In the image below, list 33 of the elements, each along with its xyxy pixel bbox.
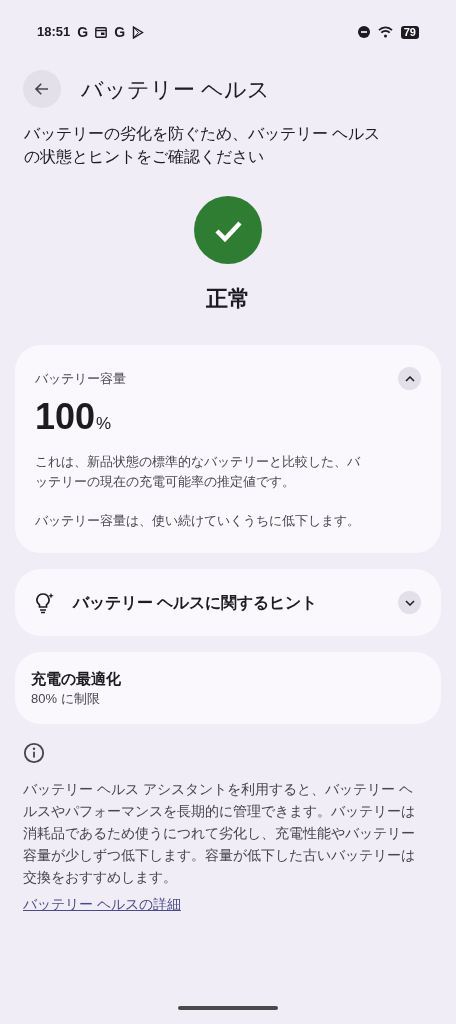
card-paragraph: バッテリー容量は、使い続けていくうちに低下します。 <box>35 513 361 530</box>
capacity-unit: % <box>96 413 112 435</box>
page-description: バッテリーの劣化を防ぐため、バッテリー ヘルスの状態とヒントをご確認ください <box>23 124 382 167</box>
do-not-disturb-icon <box>357 26 370 38</box>
check-circle-icon <box>194 196 262 264</box>
battery-level: 79 <box>400 25 419 39</box>
battery-capacity-card[interactable]: バッテリー容量 100% これは、新品状態の標準的なバッテリーと比較した、バッテリーの現在の充電可能率の推定値です。 バッテリー容量は、使い続けていくうちに低下します。 <box>15 345 441 553</box>
capacity-value: 100 <box>35 396 96 438</box>
setting-value: 80% に制限 <box>31 690 101 708</box>
back-arrow-icon <box>33 80 51 98</box>
battery-tips-card[interactable]: バッテリー ヘルスに関するヒント <box>15 569 441 636</box>
chevron-up-icon <box>404 375 415 382</box>
calendar-icon <box>95 26 108 38</box>
expand-toggle-button[interactable] <box>398 367 421 390</box>
setting-title: 充電の最適化 <box>31 669 122 689</box>
card-title: バッテリー容量 <box>35 369 126 388</box>
charging-optimization-card[interactable]: 充電の最適化 80% に制限 <box>15 652 441 724</box>
lightbulb-sparkle-icon <box>35 591 55 614</box>
back-button[interactable] <box>23 70 61 108</box>
notification-letter: G <box>114 22 126 42</box>
health-status: 正常 <box>206 285 250 313</box>
card-title: バッテリー ヘルスに関するヒント <box>73 592 319 613</box>
info-paragraph: バッテリー ヘルス アシスタントを利用すると、バッテリー ヘルスやパフォーマンスを長期的に管理できます。バッテリーは消耗品であるため使うにつれて劣化し、充電性能やバッテリー容量が少しずつ低下します。容量が低下した古いバッテリーは交換をおすすめします。 <box>23 780 416 887</box>
status-time: 18:51 <box>37 23 71 42</box>
chevron-down-icon <box>404 599 415 606</box>
page-title: バッテリー ヘルス <box>81 75 271 104</box>
card-paragraph: これは、新品状態の標準的なバッテリーと比較した、バッテリーの現在の充電可能率の推定値です。 <box>35 454 361 491</box>
play-icon <box>132 25 145 39</box>
info-icon <box>23 742 45 764</box>
wifi-icon <box>377 26 393 38</box>
expand-toggle-button[interactable] <box>398 591 421 614</box>
notification-letter: G <box>77 22 89 42</box>
learn-more-link[interactable]: バッテリー ヘルスの詳細 <box>23 894 181 915</box>
